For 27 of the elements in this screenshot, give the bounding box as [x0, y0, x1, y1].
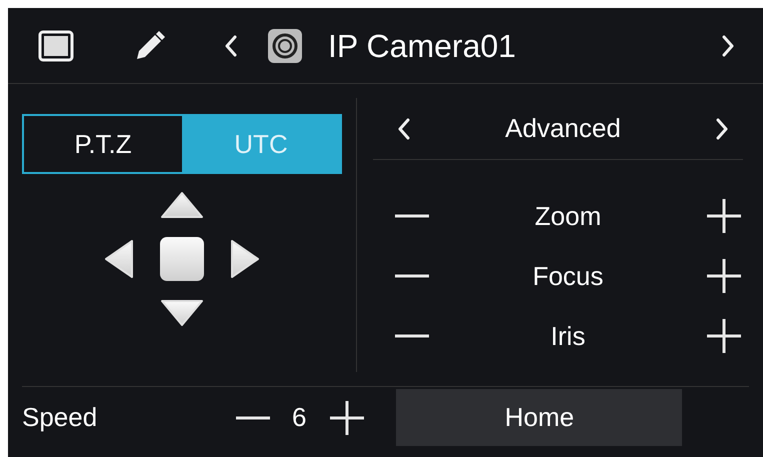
minus-icon[interactable]: [236, 416, 270, 420]
window-icon[interactable]: [38, 30, 74, 62]
camera-icon: [268, 28, 302, 62]
minus-icon[interactable]: [395, 274, 429, 278]
right-arrow-icon[interactable]: [229, 238, 262, 280]
adjustment-label: Iris: [550, 320, 586, 352]
adjustment-label: Focus: [532, 260, 604, 292]
speed-value: 6: [292, 401, 306, 434]
pencil-icon[interactable]: [134, 30, 166, 62]
chevron-right-icon[interactable]: [715, 118, 729, 140]
plus-icon[interactable]: [330, 400, 364, 434]
plus-icon[interactable]: [707, 259, 741, 293]
chevron-left-icon[interactable]: [397, 118, 411, 140]
plus-icon[interactable]: [707, 199, 741, 233]
stop-icon[interactable]: [158, 236, 205, 282]
camera-title: IP Camera01: [328, 26, 516, 66]
chevron-left-icon[interactable]: [224, 34, 238, 56]
home-button[interactable]: Home: [396, 389, 682, 446]
mode-tab[interactable]: P.T.Z: [24, 116, 182, 172]
speed-label: Speed: [22, 401, 98, 434]
section-title: Advanced: [504, 112, 622, 145]
plus-icon[interactable]: [707, 319, 741, 353]
adjustment-label: Zoom: [534, 200, 602, 232]
minus-icon[interactable]: [395, 214, 429, 218]
minus-icon[interactable]: [395, 334, 429, 338]
chevron-right-icon[interactable]: [721, 34, 735, 56]
left-arrow-icon[interactable]: [102, 238, 135, 280]
